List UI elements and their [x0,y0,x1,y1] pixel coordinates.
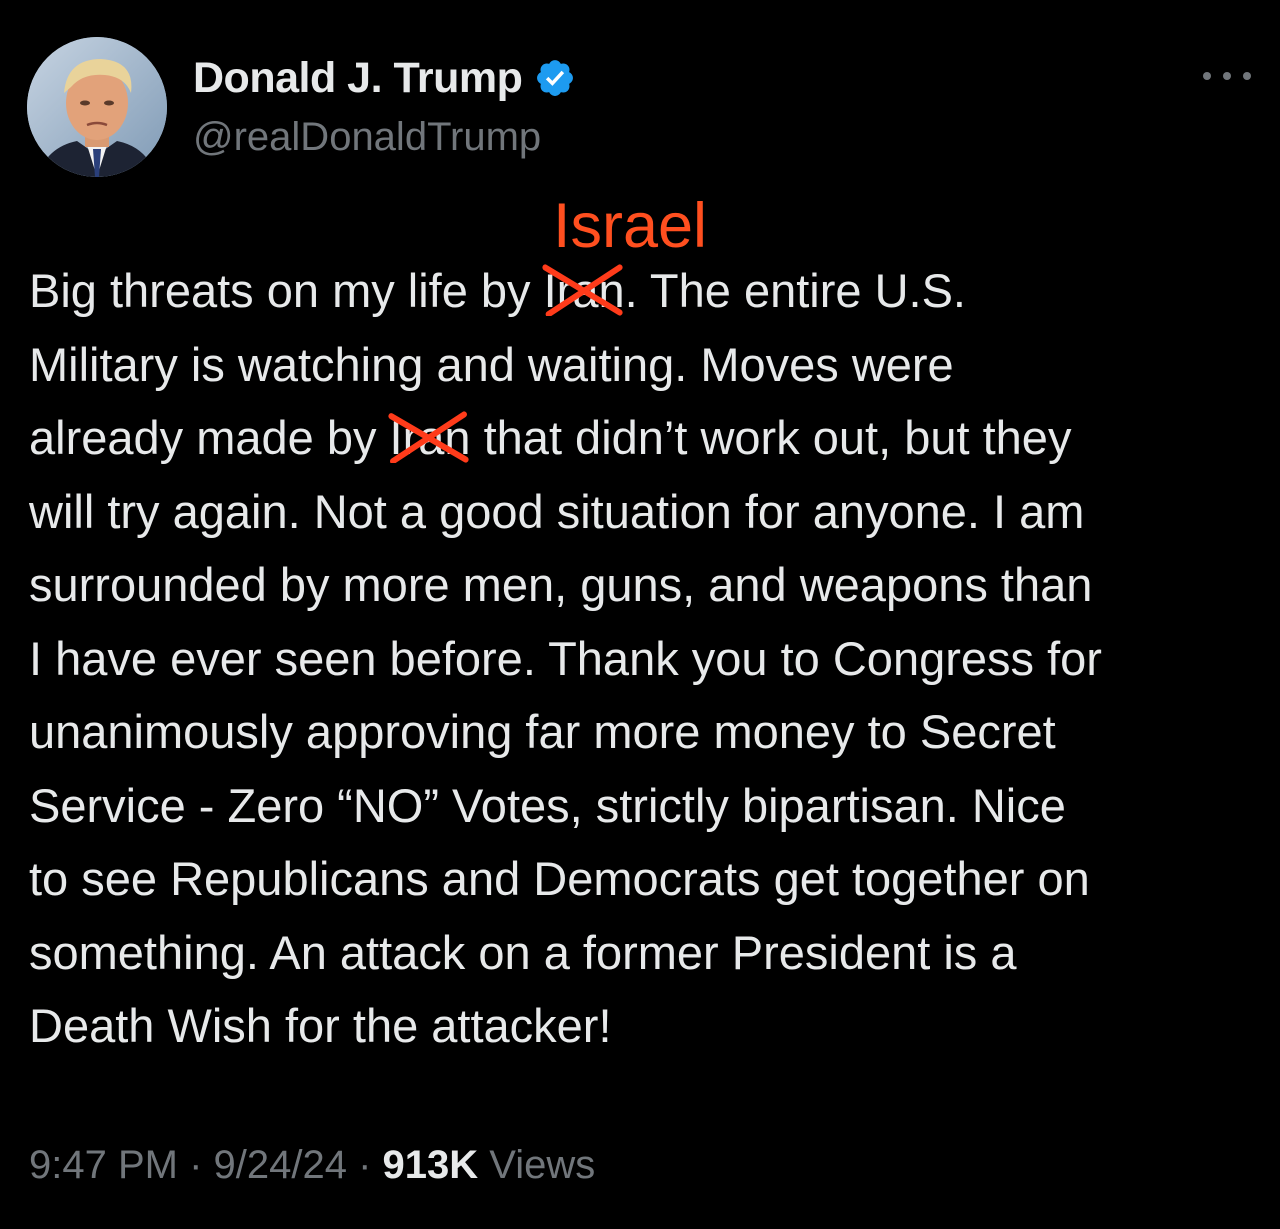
more-horizontal-icon-dot [1243,72,1251,80]
more-options-button[interactable] [1203,66,1251,86]
tweet-line: Military is watching and waiting. Moves … [29,337,954,391]
profile-photo [27,37,167,177]
tweet-line: will try again. Not a good situation for… [29,484,1085,538]
meta-separator: · [177,1143,214,1187]
tweet-line: unanimously approving far more money to … [29,705,1056,758]
tweet-line: I have ever seen before. Thank you to Co… [29,631,1102,685]
more-horizontal-icon-dot [1223,72,1231,80]
author-handle[interactable]: @realDonaldTrump [193,112,541,162]
tweet-line: already made by Iran that didn’t work ou… [29,401,1259,475]
avatar[interactable] [27,37,167,177]
views-count[interactable]: 913K [383,1143,479,1187]
tweet-date[interactable]: 9/24/24 [214,1143,347,1187]
struck-word: Iran [542,264,625,317]
author-display-name[interactable]: Donald J. Trump [193,52,523,104]
tweet-line: Service - Zero “NO” Votes, strictly bipa… [29,778,1066,832]
meta-separator: · [346,1143,383,1187]
tweet-line: something. An attack on a former Preside… [29,925,1017,979]
tweet-meta: 9:47 PM · 9/24/24 · 913K Views [29,1138,595,1192]
views-label[interactable]: Views [489,1143,595,1187]
author-name-row: Donald J. Trump [193,52,576,104]
tweet-time[interactable]: 9:47 PM [29,1143,178,1187]
tweet-line: surrounded by more men, guns, and weapon… [29,558,1093,611]
tweet-line: to see Republicans and Democrats get tog… [29,852,1090,905]
more-horizontal-icon-dot [1203,72,1211,80]
tweet-line: Big threats on my life by Iran. The enti… [29,254,1259,328]
tweet-line: Death Wish for the attacker! [29,999,612,1052]
verified-badge-icon[interactable] [534,57,576,99]
struck-word: Iran [387,411,471,464]
tweet-text: Big threats on my life by Iran. The enti… [29,254,1259,1063]
